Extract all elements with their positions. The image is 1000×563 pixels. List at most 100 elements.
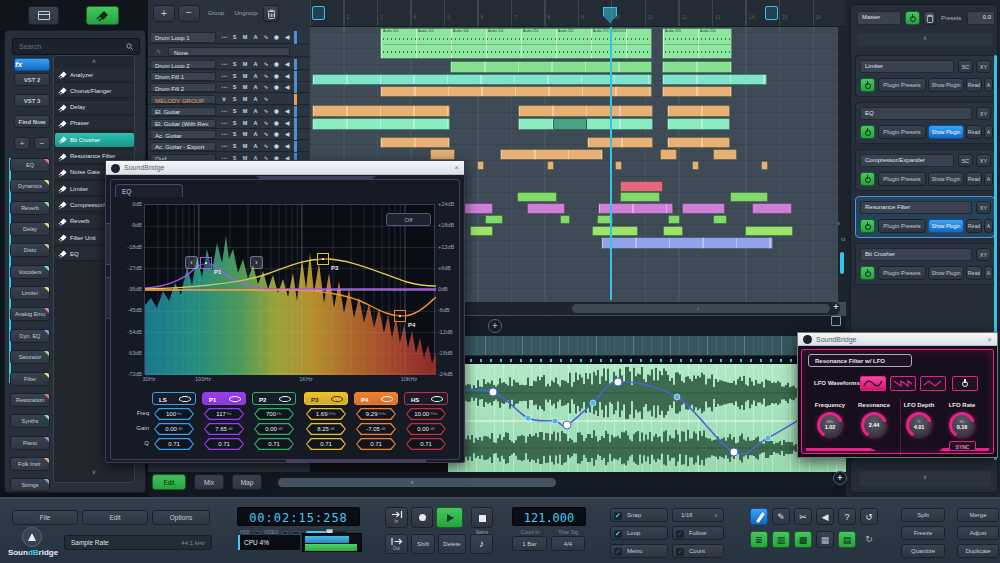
adjust-button[interactable]: Adjust — [957, 526, 999, 540]
help-tool-button[interactable]: ? — [838, 508, 856, 525]
plugin-item-bitcrusher[interactable]: Bit Crusher — [55, 133, 134, 147]
delete-button[interactable]: Delete — [438, 534, 466, 554]
band-gain-field-ls[interactable]: 0.00dB — [154, 423, 194, 435]
master-gain-field[interactable]: 0.0 — [967, 11, 995, 25]
freeze-button[interactable]: Freeze — [901, 526, 945, 540]
audio-clip[interactable] — [682, 203, 725, 214]
solo-button[interactable]: S — [230, 130, 240, 139]
audio-clip[interactable] — [620, 181, 663, 192]
plugin-power-button[interactable] — [860, 78, 875, 92]
plugin-item-phaser[interactable]: Phaser — [55, 117, 134, 131]
delete-track-button[interactable] — [263, 5, 279, 22]
eq-point-p4[interactable] — [394, 310, 406, 322]
track-name-field[interactable]: El. Guitar (With Rev. — [150, 119, 216, 128]
band-freq-field-p3[interactable]: 1.69KHz — [306, 408, 346, 420]
audio-clip[interactable] — [500, 149, 603, 160]
audio-clip[interactable] — [667, 118, 730, 130]
audio-clip[interactable] — [668, 215, 680, 224]
audio-clip[interactable] — [713, 149, 737, 160]
copy-icon[interactable] — [831, 316, 841, 326]
file-button[interactable]: File — [12, 510, 78, 525]
audio-clip[interactable] — [601, 237, 773, 249]
mute-button[interactable]: M — [240, 95, 250, 104]
solo-button[interactable]: S — [230, 142, 240, 151]
audio-clip[interactable] — [752, 203, 792, 214]
audio-clip[interactable] — [312, 105, 450, 117]
solo-button[interactable]: S — [230, 72, 240, 81]
automation-point[interactable] — [563, 421, 571, 429]
automation-point[interactable] — [552, 418, 558, 424]
metronome-note-button[interactable]: ♪ — [470, 534, 493, 554]
band-q-field-hs[interactable]: 0.71 — [406, 438, 446, 450]
mute-button[interactable]: M — [240, 119, 250, 128]
more-button[interactable]: ∨ — [219, 95, 229, 104]
plugin-power-button[interactable] — [860, 172, 875, 186]
category-reverb[interactable]: Reverb — [10, 201, 50, 215]
plugin-name-field[interactable]: Compressor/Expander — [860, 154, 954, 167]
show-plugin-button[interactable]: Show Plugin — [928, 125, 964, 139]
category-dynamics[interactable]: Dynamics — [10, 179, 50, 193]
automation-a-button[interactable]: A — [984, 266, 993, 280]
collapse-up-chevron[interactable]: ∧ — [54, 57, 134, 66]
band-gain-field-p1[interactable]: 7.65dB — [204, 423, 244, 435]
edit-button[interactable]: Edit — [82, 510, 148, 525]
audio-clip[interactable] — [527, 203, 565, 214]
automation-button[interactable]: ∿ — [261, 119, 271, 128]
band-freq-field-p1[interactable]: 117Hz — [204, 408, 244, 420]
master-collapse-bar[interactable]: ∧ — [857, 33, 993, 46]
ungroup-button[interactable]: Ungroup — [230, 5, 262, 22]
track-name-field[interactable]: Ac. Guitar — [150, 130, 216, 139]
record-button[interactable]: ◉ — [272, 107, 282, 116]
audio-clip[interactable] — [587, 137, 653, 148]
master-name-field[interactable]: Master — [857, 11, 901, 25]
pointer-tool-button[interactable] — [750, 508, 768, 525]
track-name-field[interactable]: Ac. Guitar - Export — [150, 142, 216, 151]
band-button-ls[interactable]: LS — [152, 392, 196, 405]
mute-button[interactable]: M — [240, 142, 250, 151]
track-name-field[interactable]: Drum Loop 1 — [150, 32, 216, 43]
band-button-p4[interactable]: P4 — [354, 392, 398, 405]
track-name-field[interactable]: El. Guitar — [150, 107, 216, 116]
audio-clip[interactable] — [662, 61, 732, 73]
audio-clip[interactable] — [517, 192, 557, 202]
eq-window-titlebar[interactable]: SoundBridge× — [106, 161, 464, 175]
band-q-field-p3[interactable]: 0.71 — [306, 438, 346, 450]
category-piano[interactable]: Piano — [10, 436, 50, 450]
audio-clip[interactable] — [662, 86, 732, 97]
read-button[interactable]: Read — [966, 219, 982, 233]
options-button[interactable]: Options — [152, 510, 210, 525]
master-trash-button[interactable] — [923, 11, 936, 25]
record-button[interactable]: ◉ — [272, 60, 282, 69]
automation-point[interactable] — [590, 400, 596, 406]
mute-button[interactable]: M — [240, 60, 250, 69]
audio-clip[interactable] — [662, 74, 767, 85]
category-disto[interactable]: Disto — [10, 243, 50, 257]
automation-a-button[interactable]: A — [984, 172, 993, 186]
band-button-hs[interactable]: HS — [404, 392, 448, 405]
more-button[interactable]: ⋯ — [219, 60, 229, 69]
track-name-field[interactable]: MELODY GROUP — [150, 95, 216, 104]
audio-clip[interactable] — [660, 149, 677, 160]
editor-tab-mix[interactable]: Mix — [194, 474, 224, 490]
audio-clip[interactable] — [380, 137, 450, 148]
solo-button[interactable]: S — [230, 32, 240, 43]
xy-button[interactable]: XY — [976, 201, 991, 214]
band-button-p1[interactable]: P1 — [202, 392, 246, 405]
band-gain-field-p2[interactable]: 0.00dB — [254, 423, 294, 435]
mute-button[interactable]: M — [240, 83, 250, 92]
sync-button[interactable]: SYNC — [949, 441, 976, 451]
track-name-field[interactable]: Drum Loop 2 — [150, 60, 216, 69]
count-toggle[interactable]: ✓Count — [672, 544, 724, 558]
remove-track-button[interactable]: − — [178, 5, 200, 22]
monitor-button[interactable]: ◀ — [282, 142, 292, 151]
category-analogemu[interactable]: Analog Emu — [10, 307, 50, 321]
band-q-field-p1[interactable]: 0.71 — [204, 438, 244, 450]
automation-button[interactable]: ∿ — [261, 130, 271, 139]
grid-size-dropdown[interactable]: 1/16∧ — [672, 508, 724, 522]
band-freq-field-hs[interactable]: 10.00KHz — [406, 408, 446, 420]
quantize-button[interactable]: Quantize — [901, 544, 945, 558]
audio-clip[interactable] — [667, 137, 730, 148]
lfo-power-button[interactable] — [952, 376, 978, 391]
automation-point[interactable] — [730, 448, 738, 456]
group-button[interactable]: Group — [203, 5, 229, 22]
